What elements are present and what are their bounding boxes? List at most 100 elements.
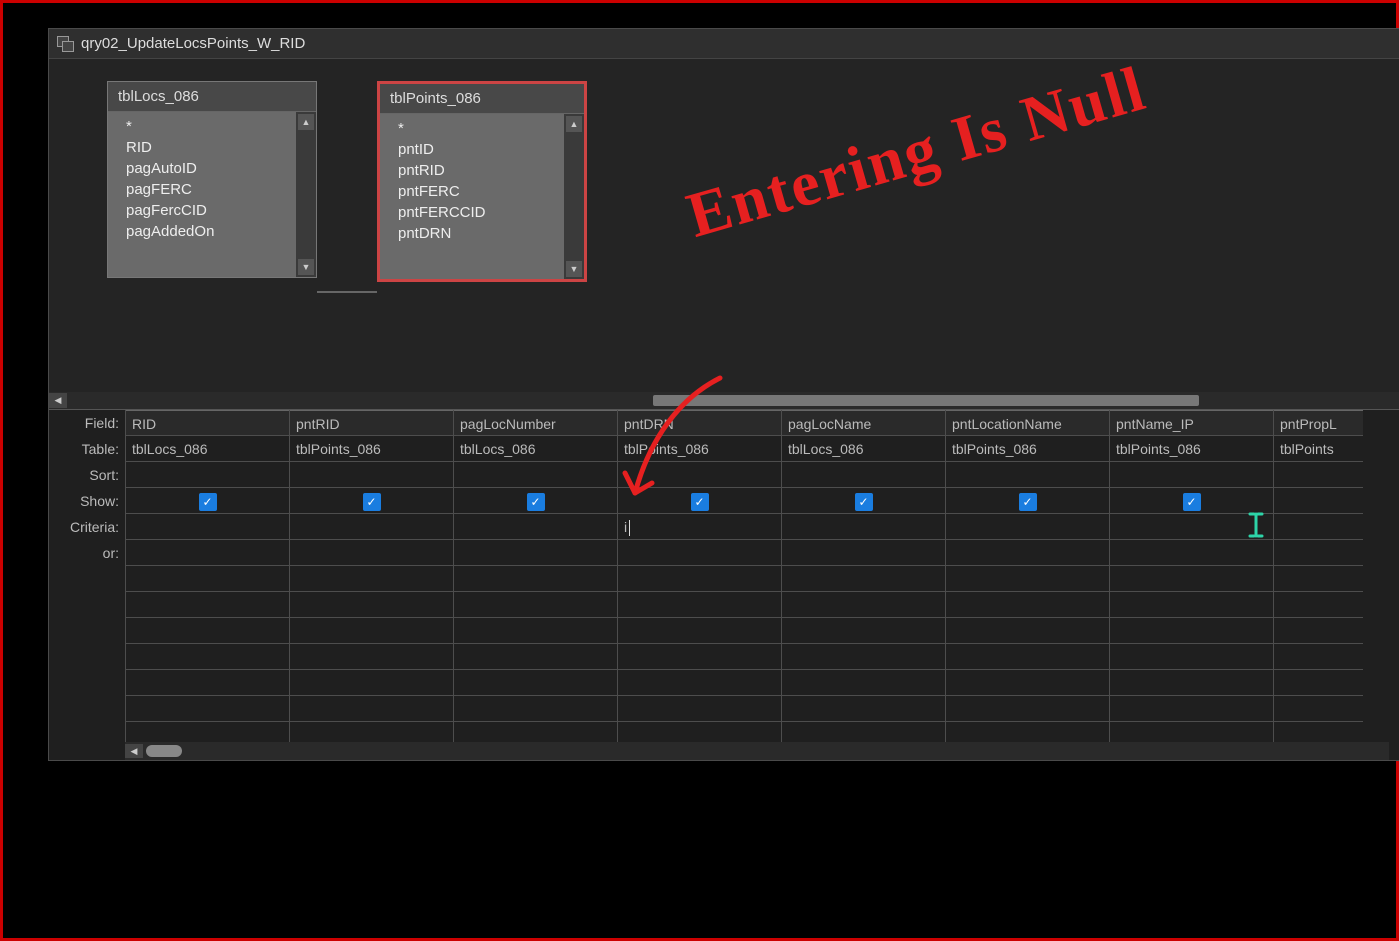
- cell-criteria[interactable]: i: [618, 514, 781, 540]
- cell-field[interactable]: pntPropL: [1274, 410, 1363, 436]
- cell-empty[interactable]: [782, 696, 945, 722]
- field-item[interactable]: pntID: [380, 139, 564, 160]
- cell-criteria[interactable]: [126, 514, 289, 540]
- field-item[interactable]: pagAutoID: [108, 158, 296, 179]
- cell-empty[interactable]: [782, 618, 945, 644]
- field-item[interactable]: pntRID: [380, 160, 564, 181]
- cell-or[interactable]: [290, 540, 453, 566]
- field-list[interactable]: * pntID pntRID pntFERC pntFERCCID pntDRN: [380, 114, 564, 279]
- cell-empty[interactable]: [126, 618, 289, 644]
- cell-empty[interactable]: [290, 670, 453, 696]
- cell-field[interactable]: pntDRN: [618, 410, 781, 436]
- cell-empty[interactable]: [126, 592, 289, 618]
- query-column[interactable]: pagLocNametblLocs_086 ✓: [781, 410, 945, 742]
- table-tbllocs[interactable]: tblLocs_086 * RID pagAutoID pagFERC pagF…: [107, 81, 317, 278]
- cell-field[interactable]: pagLocName: [782, 410, 945, 436]
- field-item[interactable]: RID: [108, 137, 296, 158]
- query-column[interactable]: pntName_IPtblPoints_086✓: [1109, 410, 1273, 742]
- field-item[interactable]: pntDRN: [380, 223, 564, 244]
- field-item[interactable]: pagFercCID: [108, 200, 296, 221]
- cell-show[interactable]: ✓: [618, 488, 781, 514]
- cell-or[interactable]: [454, 540, 617, 566]
- scrollbar-vertical[interactable]: ▲ ▼: [564, 114, 584, 279]
- checkbox-show[interactable]: ✓: [199, 493, 217, 511]
- cell-empty[interactable]: [946, 566, 1109, 592]
- query-column[interactable]: pntDRNtblPoints_086 ✓i: [617, 410, 781, 742]
- cell-empty[interactable]: [1110, 566, 1273, 592]
- scrollbar-horizontal-bottom[interactable]: ◀: [125, 742, 1389, 760]
- cell-empty[interactable]: [290, 618, 453, 644]
- cell-sort[interactable]: [454, 462, 617, 488]
- cell-sort[interactable]: [618, 462, 781, 488]
- cell-empty[interactable]: [1274, 592, 1363, 618]
- cell-table[interactable]: tblLocs_086: [126, 436, 289, 462]
- relationship-pane[interactable]: tblLocs_086 * RID pagAutoID pagFERC pagF…: [49, 59, 1399, 409]
- cell-empty[interactable]: [126, 644, 289, 670]
- cell-table[interactable]: tblPoints_086: [618, 436, 781, 462]
- cell-empty[interactable]: [1274, 644, 1363, 670]
- cell-empty[interactable]: [454, 618, 617, 644]
- table-tblpoints[interactable]: tblPoints_086 * pntID pntRID pntFERC pnt…: [377, 81, 587, 282]
- cell-show[interactable]: ✓: [782, 488, 945, 514]
- cell-table[interactable]: tblPoints: [1274, 436, 1363, 462]
- query-column[interactable]: pagLocNumbertblLocs_086✓: [453, 410, 617, 742]
- field-item[interactable]: pntFERC: [380, 181, 564, 202]
- cell-field[interactable]: pntRID: [290, 410, 453, 436]
- query-column[interactable]: pntPropLtblPoints: [1273, 410, 1363, 742]
- cell-table[interactable]: tblLocs_086: [454, 436, 617, 462]
- cell-empty[interactable]: [782, 670, 945, 696]
- table-header[interactable]: tblLocs_086: [108, 82, 316, 112]
- query-column[interactable]: pntRIDtblPoints_086 ✓: [289, 410, 453, 742]
- checkbox-show[interactable]: ✓: [855, 493, 873, 511]
- field-item[interactable]: *: [108, 116, 296, 137]
- scroll-left-icon[interactable]: ◀: [125, 744, 143, 758]
- grid-columns[interactable]: RIDtblLocs_086✓pntRIDtblPoints_086✓pagLo…: [125, 410, 1399, 742]
- cell-empty[interactable]: [782, 644, 945, 670]
- cell-criteria[interactable]: [946, 514, 1109, 540]
- checkbox-show[interactable]: ✓: [1019, 493, 1037, 511]
- cell-criteria[interactable]: [1110, 514, 1273, 540]
- cell-sort[interactable]: [1274, 462, 1363, 488]
- cell-empty[interactable]: [454, 696, 617, 722]
- cell-criteria[interactable]: [782, 514, 945, 540]
- cell-empty[interactable]: [946, 644, 1109, 670]
- scrollbar-vertical[interactable]: ▲ ▼: [296, 112, 316, 277]
- cell-or[interactable]: [782, 540, 945, 566]
- cell-empty[interactable]: [1110, 670, 1273, 696]
- cell-sort[interactable]: [782, 462, 945, 488]
- cell-empty[interactable]: [1110, 696, 1273, 722]
- cell-empty[interactable]: [946, 696, 1109, 722]
- field-item[interactable]: pagAddedOn: [108, 221, 296, 242]
- query-column[interactable]: pntLocationNametblPoints_086✓: [945, 410, 1109, 742]
- cell-sort[interactable]: [946, 462, 1109, 488]
- cell-table[interactable]: tblLocs_086: [782, 436, 945, 462]
- scrollbar-horizontal-top[interactable]: ◀: [49, 392, 1399, 409]
- cell-empty[interactable]: [618, 566, 781, 592]
- cell-table[interactable]: tblPoints_086: [1110, 436, 1273, 462]
- scroll-up-icon[interactable]: ▲: [298, 114, 314, 130]
- cell-show[interactable]: ✓: [946, 488, 1109, 514]
- cell-or[interactable]: [1274, 540, 1363, 566]
- cell-table[interactable]: tblPoints_086: [290, 436, 453, 462]
- field-item[interactable]: *: [380, 118, 564, 139]
- cell-empty[interactable]: [1274, 566, 1363, 592]
- cell-field[interactable]: pntLocationName: [946, 410, 1109, 436]
- cell-empty[interactable]: [290, 592, 453, 618]
- title-bar[interactable]: qry02_UpdateLocsPoints_W_RID: [49, 29, 1399, 59]
- cell-empty[interactable]: [126, 696, 289, 722]
- cell-empty[interactable]: [946, 618, 1109, 644]
- cell-empty[interactable]: [290, 644, 453, 670]
- field-item[interactable]: pagFERC: [108, 179, 296, 200]
- cell-show[interactable]: ✓: [126, 488, 289, 514]
- cell-empty[interactable]: [618, 618, 781, 644]
- scroll-thumb[interactable]: [146, 745, 182, 757]
- cell-empty[interactable]: [290, 696, 453, 722]
- field-item[interactable]: pntFERCCID: [380, 202, 564, 223]
- join-line[interactable]: [317, 291, 377, 293]
- scroll-thumb[interactable]: [653, 395, 1199, 406]
- cell-or[interactable]: [618, 540, 781, 566]
- cell-empty[interactable]: [1110, 592, 1273, 618]
- cell-show[interactable]: ✓: [290, 488, 453, 514]
- cell-criteria[interactable]: [1274, 514, 1363, 540]
- cell-empty[interactable]: [618, 696, 781, 722]
